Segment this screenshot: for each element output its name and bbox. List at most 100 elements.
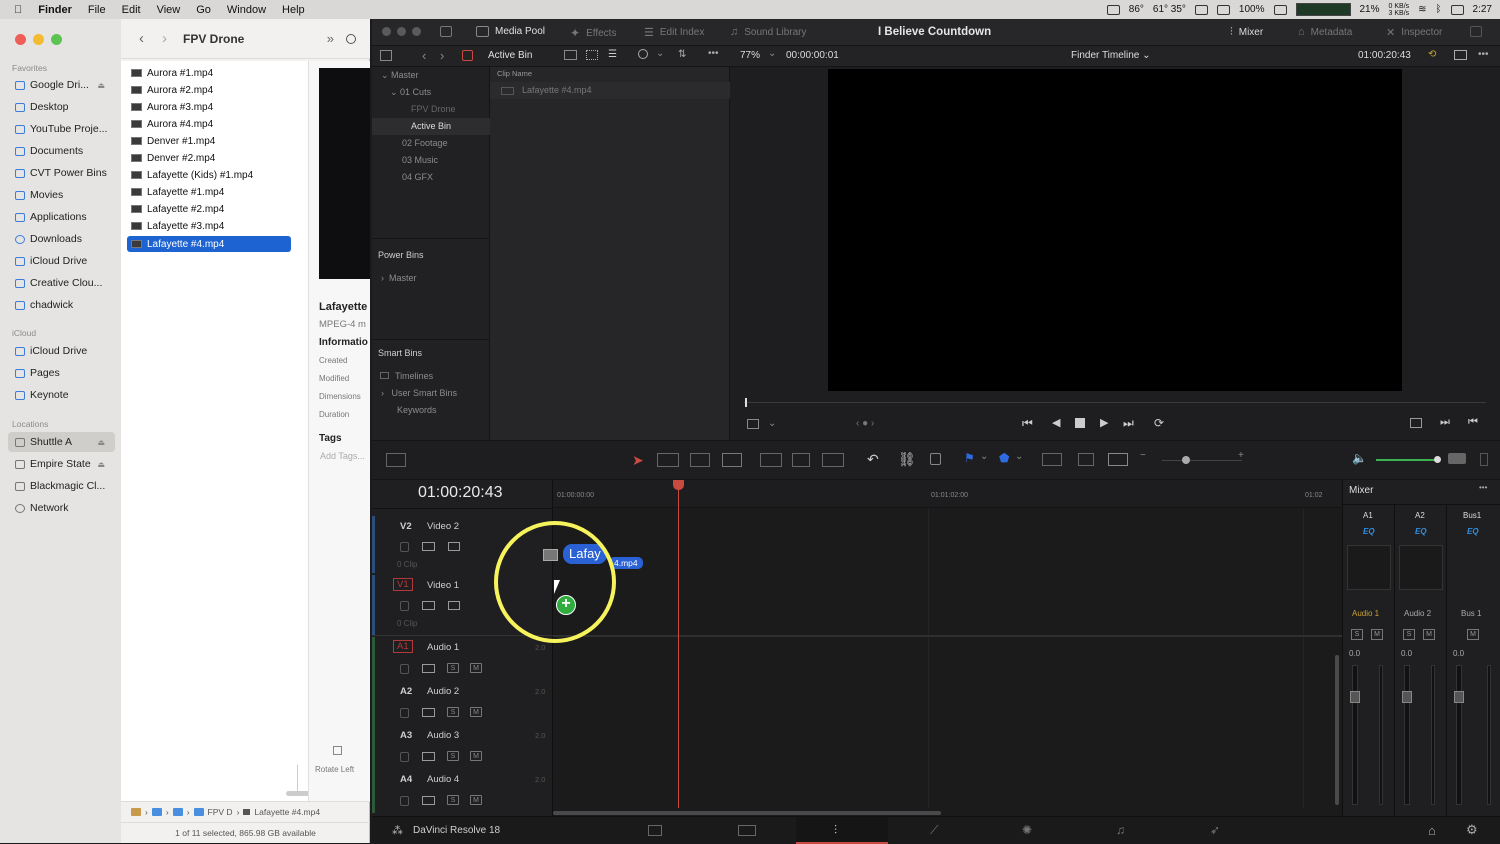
previous-edit-icon[interactable]: ⏮ — [1468, 416, 1478, 429]
dual-viewer-icon[interactable] — [1454, 50, 1467, 60]
sidebar-item-creative-cloud[interactable]: Creative Clou... — [8, 273, 115, 293]
eq-button[interactable]: EQ — [1363, 527, 1375, 536]
zoom-button[interactable] — [51, 34, 62, 45]
fader-track[interactable] — [1404, 665, 1410, 805]
blade-tool-icon[interactable] — [722, 453, 742, 467]
home-icon[interactable]: ⌂ — [1428, 823, 1436, 838]
sidebar-item-google-drive[interactable]: Google Dri... ⏏ — [8, 75, 115, 95]
trim-tool-icon[interactable] — [657, 453, 679, 467]
lock-icon[interactable] — [930, 453, 941, 465]
sidebar-item-blackmagic-cloud[interactable]: Blackmagic Cl... — [8, 476, 115, 496]
vertical-scrollbar[interactable] — [1335, 655, 1339, 805]
search-icon[interactable] — [638, 49, 648, 59]
bin-master[interactable]: ⌄ Master — [372, 67, 490, 84]
solo-button[interactable]: S — [447, 751, 459, 761]
list-item[interactable]: Aurora #4.mp4 — [127, 116, 291, 132]
sync-icon[interactable]: ⟲ — [1428, 49, 1436, 60]
rotate-left-icon[interactable] — [333, 746, 342, 755]
zoom-in-icon[interactable]: + — [1238, 450, 1244, 461]
more-options-icon[interactable]: ••• — [1478, 49, 1489, 60]
bin-fpv-drone[interactable]: FPV Drone — [372, 101, 490, 118]
sidebar-item-empire-state[interactable]: Empire State ⏏ — [8, 454, 115, 474]
metadata-button[interactable]: ⌂ Metadata — [1298, 26, 1352, 38]
replace-clip-icon[interactable] — [822, 453, 844, 467]
volume-slider[interactable] — [1376, 459, 1438, 461]
battery-percent[interactable]: 100% — [1239, 4, 1265, 15]
overwrite-clip-icon[interactable] — [792, 453, 810, 467]
sidebar-item-network[interactable]: Network — [8, 498, 115, 518]
zoom-button[interactable] — [412, 27, 421, 36]
list-item[interactable]: Denver #1.mp4 — [127, 133, 291, 149]
menu-app-finder[interactable]: Finder — [30, 4, 80, 16]
track-name[interactable]: Audio 3 — [427, 730, 459, 741]
inspector-button[interactable]: ✕ Inspector — [1386, 26, 1442, 39]
solo-button[interactable]: S — [447, 707, 459, 717]
folder-icon[interactable] — [193, 808, 204, 816]
horizontal-scrollbar[interactable] — [553, 811, 941, 815]
bluetooth-icon[interactable]: ᛒ — [1436, 4, 1442, 15]
deliver-page-icon[interactable]: ➶ — [1210, 823, 1220, 837]
link-icon[interactable]: ⛓ — [898, 451, 916, 468]
zoom-level[interactable]: 77% — [740, 50, 760, 61]
go-to-end-icon[interactable]: ⏭ — [1123, 416, 1134, 431]
list-item[interactable]: Lafayette #3.mp4 — [127, 218, 291, 234]
zoom-full-icon[interactable] — [1042, 453, 1062, 466]
volume-icon[interactable]: 🔈 — [1352, 451, 1367, 465]
list-item[interactable]: Aurora #3.mp4 — [127, 99, 291, 115]
mute-button[interactable]: M — [470, 751, 482, 761]
loop-icon[interactable]: ⟳ — [1154, 416, 1164, 430]
menu-edit[interactable]: Edit — [114, 4, 149, 16]
panel-toggle-icon[interactable] — [1480, 453, 1488, 466]
transform-icon[interactable] — [747, 419, 759, 429]
folder-icon[interactable] — [131, 808, 141, 816]
menu-view[interactable]: View — [149, 4, 189, 16]
close-button[interactable] — [15, 34, 26, 45]
collapse-panel-icon[interactable] — [1470, 26, 1482, 37]
next-edit-icon[interactable]: ⏭ — [1440, 416, 1450, 429]
spotlight-icon[interactable] — [1216, 4, 1230, 15]
smart-bin-user[interactable]: › User Smart Bins — [372, 385, 490, 402]
more-chevron-icon[interactable]: » — [327, 31, 334, 46]
lock-icon[interactable] — [400, 752, 409, 762]
track-name[interactable]: Audio 4 — [427, 774, 459, 785]
solo-button[interactable]: S — [447, 795, 459, 805]
path-item-file[interactable]: Lafayette #4.mp4 — [254, 807, 320, 817]
list-item[interactable]: Aurora #1.mp4 — [127, 65, 291, 81]
menu-file[interactable]: File — [80, 4, 114, 16]
chevron-down-icon[interactable]: ⌄ — [1015, 451, 1023, 462]
folder-icon[interactable] — [172, 808, 183, 816]
mixer-button[interactable]: ⫶ Mixer — [1230, 26, 1263, 39]
fairlight-page-icon[interactable]: ♫ — [1116, 823, 1125, 837]
fader-knob[interactable] — [1350, 691, 1360, 703]
smart-bin-keywords[interactable]: Keywords — [372, 402, 490, 419]
fusion-page-icon[interactable]: ⟋ — [930, 823, 938, 838]
video-enable-icon[interactable] — [448, 601, 460, 610]
sidebar-item-icloud-drive-2[interactable]: iCloud Drive — [8, 341, 115, 361]
effects-button[interactable]: ✦ Effects — [570, 26, 616, 40]
solo-button[interactable]: S — [1351, 629, 1363, 640]
track-name[interactable]: Video 2 — [427, 521, 459, 532]
playhead-line[interactable] — [678, 486, 679, 808]
media-page-icon[interactable] — [648, 825, 662, 836]
power-bin-master[interactable]: › Master — [372, 270, 490, 287]
forward-button[interactable]: › — [162, 30, 167, 47]
play-icon[interactable]: ▶ — [1100, 416, 1108, 429]
list-item[interactable]: Denver #2.mp4 — [127, 150, 291, 166]
sidebar-item-icloud-drive[interactable]: iCloud Drive — [8, 251, 115, 271]
metadata-view-icon[interactable] — [564, 50, 577, 60]
screen-icon[interactable] — [1273, 4, 1287, 15]
cpu-graph[interactable] — [1295, 3, 1351, 16]
menu-help[interactable]: Help — [274, 4, 313, 16]
sidebar-item-movies[interactable]: Movies — [8, 185, 115, 205]
timeline-tracks[interactable]: 01:00:00:00 01:01:02:00 01:02 Lafay 4.mp… — [494, 480, 1342, 816]
eject-icon[interactable]: ⏏ — [97, 438, 105, 447]
sidebar-item-downloads[interactable]: Downloads — [8, 229, 115, 249]
sidebar-item-shuttle-a[interactable]: Shuttle A ⏏ — [8, 432, 115, 452]
folder-icon[interactable] — [151, 808, 162, 816]
sidebar-item-home[interactable]: chadwick — [8, 295, 115, 315]
source-patch-v1[interactable]: V1 — [393, 578, 413, 591]
search-icon[interactable] — [346, 33, 356, 44]
bin-active-bin[interactable]: Active Bin — [372, 118, 490, 135]
smart-bin-timelines[interactable]: Timelines — [372, 368, 490, 385]
eq-graph[interactable] — [1347, 545, 1391, 590]
